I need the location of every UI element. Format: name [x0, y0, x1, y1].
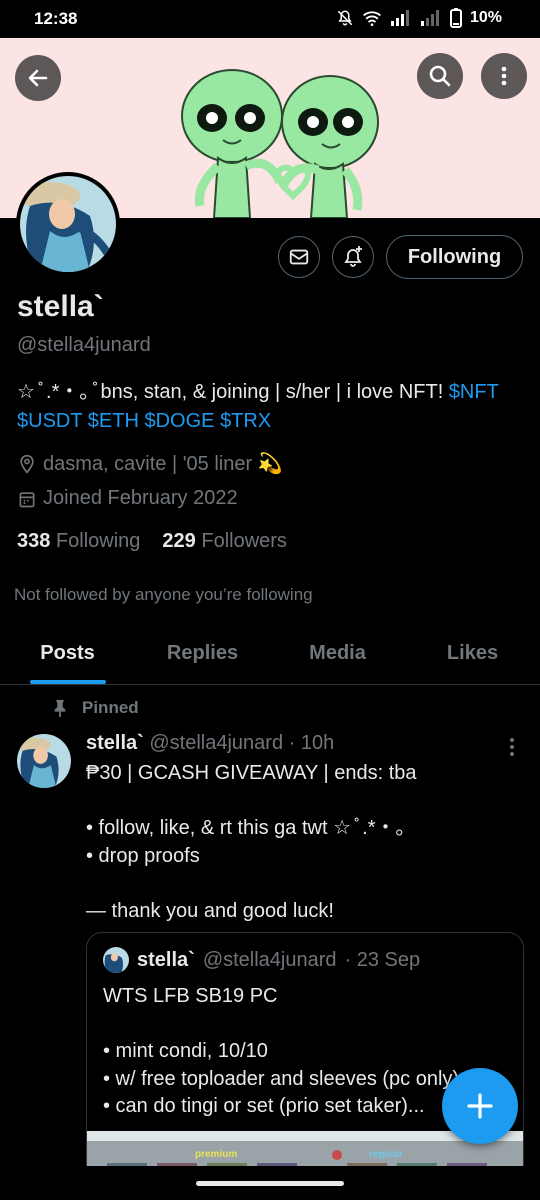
wifi-icon	[363, 11, 381, 26]
plus-icon	[467, 1093, 493, 1119]
bio-tag[interactable]: $NFT	[449, 381, 499, 403]
battery-level: 10%	[469, 9, 502, 26]
tab-likes[interactable]: Likes	[405, 628, 540, 684]
signal-icon	[390, 10, 409, 26]
profile-bio: ☆ ̊ .*・｡ ̊ bns, stan, & joining | s/her …	[17, 378, 517, 436]
post-time: · 10h	[288, 732, 335, 754]
search-icon	[429, 65, 451, 87]
not-followed-note: Not followed by anyone you’re following	[14, 585, 313, 604]
bio-tag[interactable]: $DOGE	[144, 410, 214, 432]
followers-label: Followers	[201, 530, 287, 552]
pinned-label: Pinned	[82, 698, 139, 717]
following-button[interactable]: Following	[386, 235, 523, 279]
image-label-premium: premium	[195, 1149, 237, 1160]
avatar-image	[20, 176, 116, 272]
quoted-post[interactable]: stella` @stella4junard · 23 Sep WTS LFB …	[86, 932, 524, 1192]
post-author-name[interactable]: stella`	[86, 732, 144, 754]
back-button[interactable]	[15, 55, 61, 101]
following-label: Following	[55, 530, 141, 552]
bell-plus-icon	[344, 246, 362, 267]
joined-row: Joined February 2022	[17, 487, 238, 510]
arrow-left-icon	[28, 69, 48, 87]
following-stat[interactable]: 338 Following	[17, 530, 140, 553]
bio-text: ☆ ̊ .*・｡ ̊ bns, stan, & joining | s/her …	[17, 381, 449, 403]
followers-stat[interactable]: 229 Followers	[162, 530, 287, 553]
search-button[interactable]	[417, 53, 463, 99]
mute-icon	[337, 10, 353, 26]
image-label-regular: regular	[369, 1149, 403, 1160]
envelope-icon	[289, 249, 309, 265]
post-body: ₱30 | GCASH GIVEAWAY | ends: tba • follo…	[86, 762, 417, 922]
more-vertical-icon	[501, 66, 507, 86]
more-options-button[interactable]	[481, 53, 527, 99]
quote-date: · 23 Sep	[344, 948, 421, 971]
message-button[interactable]	[278, 236, 320, 278]
joined-text: Joined February 2022	[43, 487, 238, 509]
bio-tag[interactable]: $ETH	[88, 410, 139, 432]
location-row: dasma, cavite | '05 liner 💫	[17, 451, 283, 476]
battery-icon	[449, 8, 462, 28]
profile-avatar[interactable]	[16, 172, 120, 276]
quote-header: stella` @stella4junard · 23 Sep	[103, 947, 420, 973]
compose-button[interactable]	[442, 1068, 518, 1144]
display-name: stella`	[17, 290, 104, 323]
tab-replies[interactable]: Replies	[135, 628, 270, 684]
more-vertical-icon	[510, 738, 514, 756]
tab-media[interactable]: Media	[270, 628, 405, 684]
calendar-icon	[19, 491, 35, 507]
status-bar: 12:38 10%	[0, 0, 540, 38]
signal-icon-2	[420, 10, 439, 26]
home-indicator[interactable]	[196, 1181, 344, 1186]
pinned-indicator: Pinned	[52, 698, 139, 718]
post-author-handle[interactable]: @stella4junard	[149, 732, 283, 754]
profile-handle: @stella4junard	[17, 334, 151, 356]
map-pin-icon	[20, 454, 34, 474]
follow-stats: 338 Following 229 Followers	[17, 530, 287, 553]
bio-tag[interactable]: $TRX	[220, 410, 271, 432]
post-avatar[interactable]	[17, 734, 71, 788]
profile-tabs: Posts Replies Media Likes	[0, 628, 540, 685]
bio-tag[interactable]: $USDT	[17, 410, 82, 432]
tab-posts[interactable]: Posts	[0, 628, 135, 684]
post-avatar-image	[17, 734, 71, 788]
post-more-button[interactable]	[504, 736, 520, 763]
quote-author-handle: @stella4junard	[202, 948, 337, 971]
notify-button[interactable]	[332, 236, 374, 278]
post-header: stella` @stella4junard · 10h	[86, 732, 334, 755]
location-text: dasma, cavite | '05 liner 💫	[43, 453, 283, 475]
status-icons: 10%	[336, 8, 502, 28]
following-count: 338	[17, 530, 51, 552]
status-time: 12:38	[34, 9, 78, 28]
quote-author-name: stella`	[137, 948, 195, 971]
pin-icon	[54, 699, 66, 717]
quote-avatar	[103, 947, 129, 973]
followers-count: 229	[162, 530, 196, 552]
